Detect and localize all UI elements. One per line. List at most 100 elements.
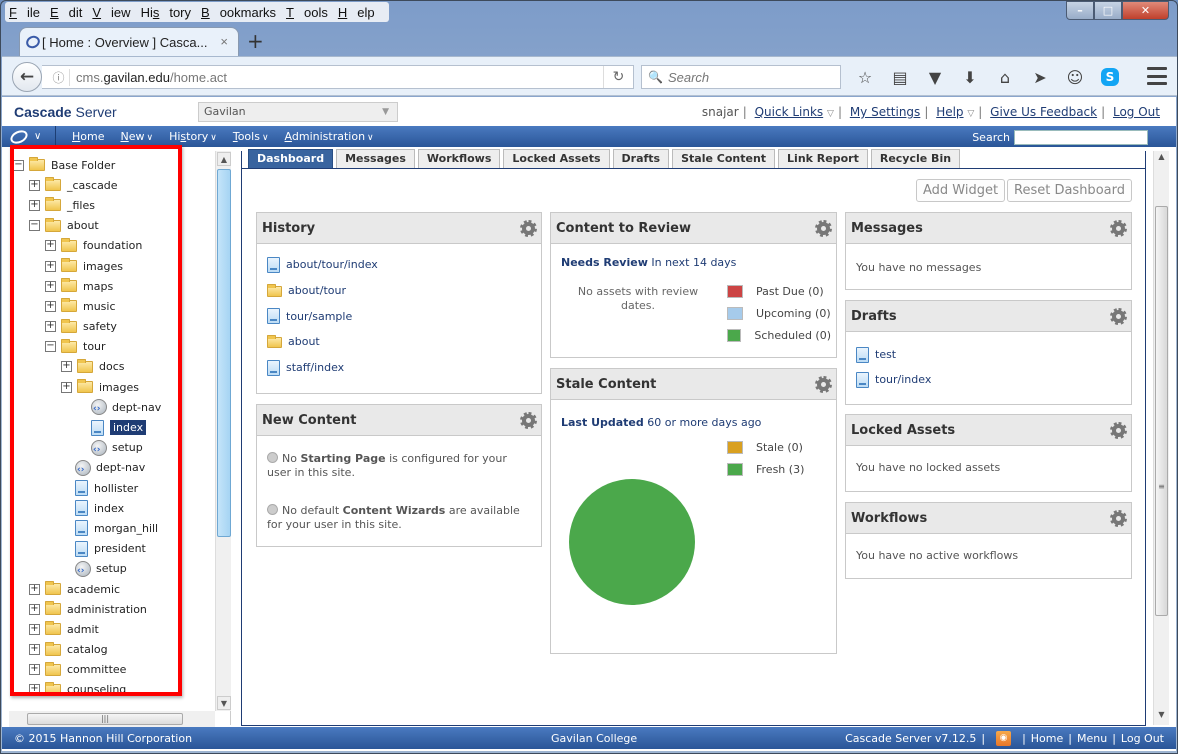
menu-view[interactable]: View: [92, 5, 130, 20]
bookmark-star-icon[interactable]: ☆: [850, 65, 880, 89]
nav-history[interactable]: History ∨: [169, 130, 217, 143]
tree-hscroll-thumb[interactable]: |||: [27, 713, 183, 725]
tab-dashboard[interactable]: Dashboard: [248, 149, 334, 168]
tree-item[interactable]: + safety: [13, 317, 209, 337]
chat-icon[interactable]: ☺: [1060, 65, 1090, 89]
minimize-button[interactable]: –: [1066, 1, 1094, 20]
tree-item[interactable]: president: [13, 539, 209, 559]
triangle-down-icon[interactable]: ▽: [967, 109, 974, 119]
tree-item[interactable]: dept-nav: [13, 397, 209, 417]
expand-icon[interactable]: +: [45, 240, 56, 252]
tree-item[interactable]: + administration: [13, 599, 209, 619]
tree-item[interactable]: + maps: [13, 276, 209, 296]
tree-item[interactable]: + counseling: [13, 680, 209, 700]
expand-icon[interactable]: +: [29, 199, 40, 211]
tab-workflows[interactable]: Workflows: [417, 149, 501, 168]
gear-icon[interactable]: [520, 219, 537, 237]
tree-item[interactable]: + admit: [13, 619, 209, 639]
expand-icon[interactable]: +: [45, 321, 56, 333]
reading-list-icon[interactable]: ▤: [885, 65, 915, 89]
gear-icon[interactable]: [815, 375, 832, 393]
menu-bookmarks[interactable]: Bookmarks: [201, 5, 276, 20]
cascade-menu-button[interactable]: ∨: [2, 126, 56, 147]
menu-help[interactable]: Help: [338, 5, 375, 20]
tree-item[interactable]: + images: [13, 256, 209, 276]
tree-item[interactable]: + academic: [13, 579, 209, 599]
footer-menu-link[interactable]: Menu: [1077, 732, 1107, 745]
expand-icon[interactable]: +: [45, 300, 56, 312]
tree-item[interactable]: index: [13, 417, 209, 437]
gear-icon[interactable]: [1110, 509, 1127, 527]
nav-new[interactable]: New ∨: [121, 130, 154, 143]
nav-home[interactable]: Home: [72, 130, 105, 143]
tab-messages[interactable]: Messages: [336, 149, 415, 168]
scroll-down-icon[interactable]: ▼: [1155, 710, 1168, 724]
logout-link[interactable]: Log Out: [1113, 105, 1160, 119]
footer-home-link[interactable]: Home: [1031, 732, 1063, 745]
history-item[interactable]: about/tour: [267, 278, 531, 304]
expand-icon[interactable]: +: [29, 664, 40, 676]
url-bar[interactable]: ⓘ cms.gavilan.edu/home.act ↻: [42, 65, 634, 89]
tree-item[interactable]: morgan_hill: [13, 518, 209, 538]
history-item[interactable]: staff/index: [267, 355, 531, 381]
my-settings-link[interactable]: My Settings: [850, 105, 921, 119]
history-item[interactable]: about: [267, 329, 531, 355]
draft-item[interactable]: tour/index: [856, 367, 1121, 392]
tree-item[interactable]: + catalog: [13, 640, 209, 660]
info-icon[interactable]: ⓘ: [48, 68, 70, 86]
triangle-down-icon[interactable]: ▽: [827, 109, 834, 119]
browser-search-input[interactable]: 🔍 Search: [641, 65, 841, 89]
cascade-logo[interactable]: Cascade Server: [14, 104, 117, 120]
tree-item[interactable]: + docs: [13, 357, 209, 377]
close-window-button[interactable]: ✕: [1122, 1, 1169, 20]
tree-item[interactable]: + music: [13, 296, 209, 316]
scroll-up-icon[interactable]: ▲: [1155, 152, 1168, 166]
gear-icon[interactable]: [1110, 219, 1127, 237]
hamburger-menu-icon[interactable]: [1147, 67, 1167, 85]
collapse-icon[interactable]: −: [45, 341, 56, 353]
expand-icon[interactable]: +: [29, 179, 40, 191]
feedback-link[interactable]: Give Us Feedback: [990, 105, 1097, 119]
reload-icon[interactable]: ↻: [603, 66, 633, 88]
collapse-icon[interactable]: −: [13, 159, 24, 171]
tree-item[interactable]: + images: [13, 377, 209, 397]
history-item[interactable]: tour/sample: [267, 303, 531, 329]
home-icon[interactable]: ⌂: [990, 65, 1020, 89]
menu-history[interactable]: His tory: [141, 5, 191, 20]
pocket-icon[interactable]: ▼: [920, 65, 950, 89]
help-link[interactable]: Help: [936, 105, 963, 119]
draft-item[interactable]: test: [856, 342, 1121, 367]
tree-item[interactable]: + foundation: [13, 236, 209, 256]
skype-icon[interactable]: S: [1101, 68, 1119, 86]
browser-tab[interactable]: [ Home : Overview ] Casca... ×: [19, 27, 239, 57]
tree-item[interactable]: setup: [13, 559, 209, 579]
menu-edit[interactable]: Edit: [50, 5, 82, 20]
menu-tools[interactable]: Tools: [286, 5, 328, 20]
quick-links-link[interactable]: Quick Links: [755, 105, 824, 119]
nav-administration[interactable]: Administration ∨: [285, 130, 374, 143]
tree-scroll-thumb[interactable]: [217, 169, 231, 537]
tab-link-report[interactable]: Link Report: [778, 149, 868, 168]
reset-dashboard-button[interactable]: Reset Dashboard: [1007, 179, 1132, 202]
nav-tools[interactable]: Tools ∨: [233, 130, 269, 143]
tab-stale-content[interactable]: Stale Content: [672, 149, 776, 168]
gear-icon[interactable]: [1110, 421, 1127, 439]
rss-icon[interactable]: ◉: [996, 730, 1012, 746]
send-icon[interactable]: ➤: [1025, 65, 1055, 89]
footer-logout-link[interactable]: Log Out: [1121, 732, 1164, 745]
expand-icon[interactable]: +: [61, 361, 72, 373]
expand-icon[interactable]: +: [29, 583, 40, 595]
expand-icon[interactable]: +: [61, 381, 72, 393]
expand-icon[interactable]: +: [29, 603, 40, 615]
scroll-up-icon[interactable]: ▲: [217, 152, 231, 166]
tree-item[interactable]: dept-nav: [13, 458, 209, 478]
expand-icon[interactable]: +: [29, 644, 40, 656]
tree-item[interactable]: + _files: [13, 195, 209, 215]
history-item[interactable]: about/tour/index: [267, 252, 531, 278]
tree-item[interactable]: − about: [13, 216, 209, 236]
nav-search-input[interactable]: [1014, 130, 1148, 145]
tree-item[interactable]: + _cascade: [13, 175, 209, 195]
menu-file[interactable]: File: [9, 5, 40, 20]
tab-drafts[interactable]: Drafts: [612, 149, 670, 168]
tree-vertical-scrollbar[interactable]: ▲ ▼: [215, 151, 231, 711]
